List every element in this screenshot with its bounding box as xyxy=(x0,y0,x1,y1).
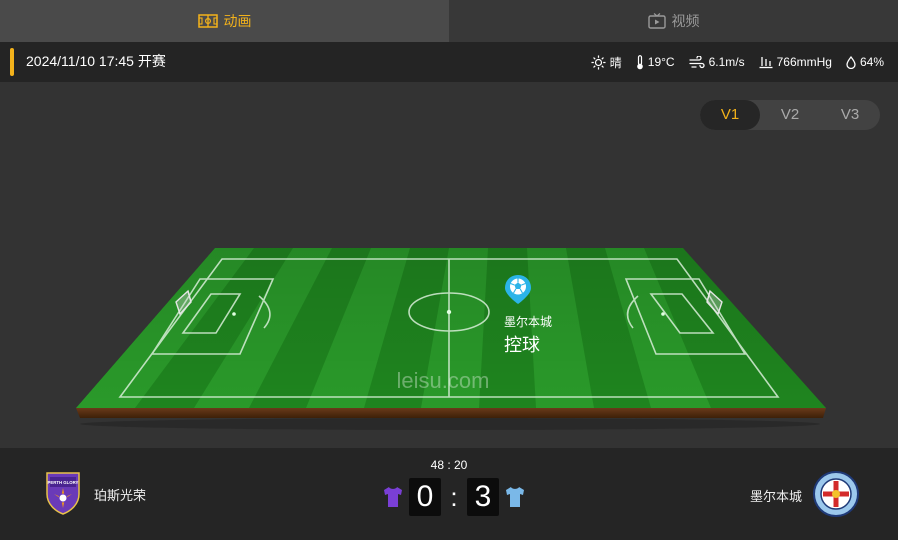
away-team-name: 墨尔本城 xyxy=(749,489,802,504)
thermometer-icon xyxy=(636,54,644,70)
weather-info: 晴 19°C 6.1m/s 766mmHg 64% xyxy=(591,42,884,82)
home-jersey-icon xyxy=(383,486,403,508)
tab-video-label: 视频 xyxy=(671,13,700,29)
weather-condition-text: 晴 xyxy=(609,55,622,70)
weather-condition: 晴 xyxy=(591,54,622,71)
match-info-bar: 2024/11/10 17:45 开赛 晴 19°C 6.1m/s 766mmH… xyxy=(0,42,898,82)
pressure-icon xyxy=(759,56,773,69)
tab-video[interactable]: 视频 xyxy=(449,0,898,42)
tab-animation[interactable]: 动画 xyxy=(0,0,449,42)
away-score: 3 xyxy=(467,478,499,516)
accent-bar xyxy=(10,48,14,76)
field-icon xyxy=(197,14,218,28)
weather-temperature: 19°C xyxy=(636,54,675,70)
temperature-text: 19°C xyxy=(647,55,675,69)
possession-label: 控球 xyxy=(504,335,540,356)
droplet-icon xyxy=(846,55,856,69)
away-team[interactable]: 墨尔本城 xyxy=(750,470,860,521)
weather-wind: 6.1m/s xyxy=(688,55,745,69)
view-tabs: 动画 视频 xyxy=(0,0,898,42)
watermark: leisu.com xyxy=(397,368,490,393)
away-team-crest xyxy=(812,470,860,521)
score-display: 0 : 3 xyxy=(383,478,525,516)
home-crest-text: PERTH GLORY xyxy=(48,480,79,485)
animation-panel: V1 V2 V3 leisu.com 墨尔本城 控球 xyxy=(0,82,898,448)
weather-humidity: 64% xyxy=(846,55,884,69)
sun-icon xyxy=(591,54,606,70)
home-score: 0 xyxy=(409,478,441,516)
weather-pressure: 766mmHg xyxy=(759,55,832,69)
home-team[interactable]: PERTH GLORY 珀斯光荣 xyxy=(44,470,146,519)
pressure-text: 766mmHg xyxy=(776,55,832,69)
away-jersey-icon xyxy=(505,486,525,508)
home-team-crest: PERTH GLORY xyxy=(44,470,82,519)
possession-team: 墨尔本城 xyxy=(504,314,552,329)
tab-animation-label: 动画 xyxy=(223,13,252,29)
match-datetime: 2024/11/10 17:45 开赛 xyxy=(26,53,166,69)
tv-icon xyxy=(647,13,666,29)
humidity-text: 64% xyxy=(859,55,884,69)
pitch: leisu.com 墨尔本城 控球 xyxy=(76,248,826,430)
scoreboard-bar: PERTH GLORY 珀斯光荣 48 : 20 0 : 3 墨尔本城 xyxy=(0,448,898,540)
score-separator: : xyxy=(450,482,458,512)
wind-icon xyxy=(688,55,705,69)
wind-text: 6.1m/s xyxy=(708,55,745,69)
home-team-name: 珀斯光荣 xyxy=(94,488,147,503)
pitch-soil-edge xyxy=(76,408,826,418)
